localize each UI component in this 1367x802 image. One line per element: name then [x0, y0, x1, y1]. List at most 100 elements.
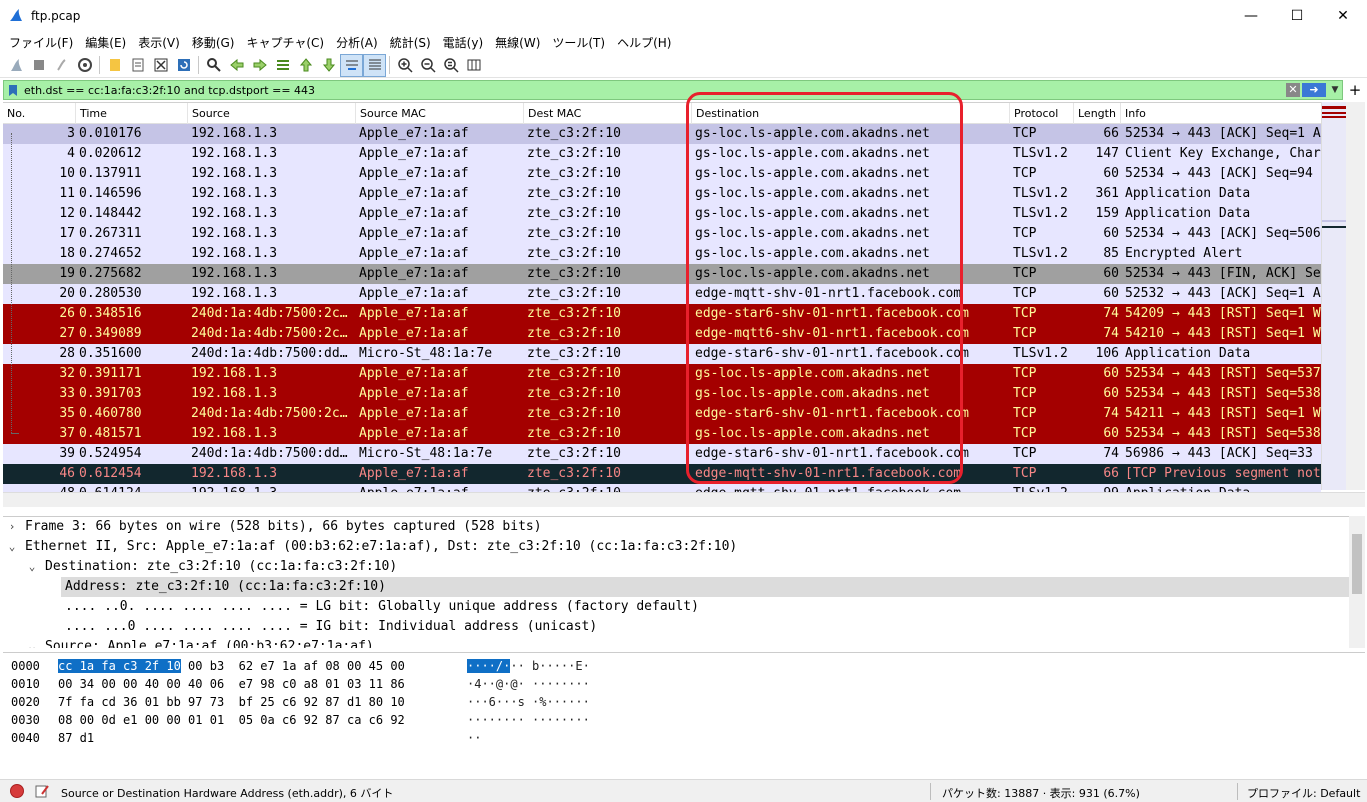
table-row[interactable]: 10 0.137911 192.168.1.3 Apple_e7:1a:af zte_c… — [3, 164, 1321, 184]
start-capture-icon[interactable] — [4, 54, 27, 77]
packet-protocol: TCP — [1013, 166, 1037, 181]
table-row[interactable]: 27 0.349089 240d:1a:4db:7500:2c… Apple_e7:1… — [3, 324, 1321, 344]
filter-input[interactable]: eth.dst == cc:1a:fa:c3:2f:10 and tcp.dst… — [22, 84, 1286, 97]
column-header-info[interactable]: Info — [1125, 107, 1146, 120]
table-row[interactable]: 32 0.391171 192.168.1.3 Apple_e7:1a:af zte_c… — [3, 364, 1321, 384]
chevron-down-icon[interactable]: ▼ — [1328, 85, 1342, 95]
bytes-row[interactable]: 0030 08 00 0d e1 00 00 01 01 05 0a c6 92 … — [3, 711, 1365, 729]
table-row[interactable]: 33 0.391703 192.168.1.3 Apple_e7:1a:af zte_c… — [3, 384, 1321, 404]
table-row[interactable]: 18 0.274652 192.168.1.3 Apple_e7:1a:af zte_c… — [3, 244, 1321, 264]
go-forward-icon[interactable] — [248, 54, 271, 77]
table-row[interactable]: 19 0.275682 192.168.1.3 Apple_e7:1a:af zte_c… — [3, 264, 1321, 284]
packet-no: 19 — [59, 266, 75, 281]
menu-statistics[interactable]: 統計(S) — [384, 34, 437, 51]
colorize-icon[interactable] — [363, 53, 386, 77]
selected-bytes[interactable]: cc 1a fa c3 2f 10 — [58, 659, 181, 673]
bytes-row[interactable]: 0040 87 d1 ·· — [3, 729, 1365, 747]
save-file-icon[interactable] — [126, 54, 149, 77]
capture-options-icon[interactable] — [73, 54, 96, 77]
first-packet-icon[interactable] — [294, 54, 317, 77]
auto-scroll-icon[interactable] — [340, 53, 363, 77]
packet-minimap[interactable] — [1322, 102, 1346, 490]
table-row[interactable]: 17 0.267311 192.168.1.3 Apple_e7:1a:af zte_c… — [3, 224, 1321, 244]
menu-tools[interactable]: ツール(T) — [546, 34, 611, 51]
table-row[interactable]: 480.614124192.168.1.3Apple_e7:1a:afzte_c… — [3, 484, 1321, 492]
table-row[interactable]: 35 0.460780 240d:1a:4db:7500:2c… Apple_e7:1… — [3, 404, 1321, 424]
column-header-no[interactable]: No. — [7, 107, 25, 120]
chevron-down-icon[interactable]: ⌄ — [25, 557, 39, 577]
vertical-scrollbar[interactable] — [1348, 102, 1365, 490]
zoom-out-icon[interactable] — [416, 54, 439, 77]
table-row[interactable]: 4 0.020612 192.168.1.3 Apple_e7:1a:af zte_c3… — [3, 144, 1321, 164]
zoom-in-icon[interactable] — [393, 54, 416, 77]
expert-info-icon[interactable] — [10, 784, 24, 798]
close-button[interactable]: ✕ — [1320, 0, 1366, 31]
table-row[interactable]: 37 0.481571 192.168.1.3 Apple_e7:1a:af zte_c… — [3, 424, 1321, 444]
detail-source[interactable]: ⌄ Source: Apple_e7:1a:af (00:b3:62:e7:1a:… — [3, 637, 1349, 648]
bookmark-icon[interactable] — [4, 81, 22, 99]
column-header-dest-mac[interactable]: Dest MAC — [528, 107, 581, 120]
menu-analyze[interactable]: 分析(A) — [330, 34, 384, 51]
table-row[interactable]: 3 0.010176 192.168.1.3 Apple_e7:1a:af zte_c3… — [3, 124, 1321, 144]
bytes-row[interactable]: 0010 00 34 00 00 40 00 40 06 e7 98 c0 a8 … — [3, 675, 1365, 693]
menu-edit[interactable]: 編集(E) — [79, 34, 132, 51]
menu-wireless[interactable]: 無線(W) — [489, 34, 546, 51]
packet-info: 52534 → 443 [ACK] Seq=94 — [1125, 166, 1313, 181]
menu-telephony[interactable]: 電話(y) — [437, 34, 489, 51]
table-row[interactable]: 20 0.280530 192.168.1.3 Apple_e7:1a:af zte_c… — [3, 284, 1321, 304]
bytes-row[interactable]: 0000 cc 1a fa c3 2f 10 00 b3 62 e7 1a af … — [3, 657, 1365, 675]
menu-file[interactable]: ファイル(F) — [3, 34, 79, 51]
column-header-source[interactable]: Source — [192, 107, 230, 120]
close-file-icon[interactable] — [149, 54, 172, 77]
packet-list-scrollbar[interactable] — [1321, 102, 1365, 490]
detail-destination[interactable]: ⌄ Destination: zte_c3:2f:10 (cc:1a:fa:c3:… — [3, 557, 1349, 577]
restart-capture-icon[interactable] — [50, 54, 73, 77]
detail-address[interactable]: Address: zte_c3:2f:10 (cc:1a:fa:c3:2f:10… — [3, 577, 1349, 597]
edit-comment-icon[interactable] — [34, 783, 50, 799]
table-row[interactable]: 26 0.348516 240d:1a:4db:7500:2c… Apple_e7:1… — [3, 304, 1321, 324]
go-back-icon[interactable] — [225, 54, 248, 77]
status-profile[interactable]: プロファイル: Default — [1247, 785, 1360, 801]
chevron-down-icon[interactable]: ⌄ — [5, 537, 19, 557]
table-row[interactable]: 39 0.524954 240d:1a:4db:7500:dd… Micro-St_4… — [3, 444, 1321, 464]
add-filter-button[interactable]: + — [1345, 80, 1365, 100]
packet-source-mac: Apple_e7:1a:af — [359, 246, 469, 261]
chevron-down-icon[interactable]: ⌄ — [25, 637, 39, 648]
resize-columns-icon[interactable] — [462, 54, 485, 77]
bytes-row[interactable]: 0020 7f fa cd 36 01 bb 97 73 bf 25 c6 92 … — [3, 693, 1365, 711]
packet-source: 192.168.1.3 — [191, 366, 278, 381]
column-header-length[interactable]: Length — [1078, 107, 1116, 120]
reload-file-icon[interactable] — [172, 54, 195, 77]
minimize-button[interactable]: — — [1228, 0, 1274, 31]
menu-view[interactable]: 表示(V) — [132, 34, 186, 51]
menu-go[interactable]: 移動(G) — [186, 34, 241, 51]
detail-lg-bit[interactable]: .... ..0. .... .... .... .... = LG bit: … — [3, 597, 1349, 617]
column-header-source-mac[interactable]: Source MAC — [360, 107, 426, 120]
horizontal-scrollbar[interactable] — [3, 492, 1365, 507]
detail-frame[interactable]: › Frame 3: 66 bytes on wire (528 bits), 6… — [3, 517, 1349, 537]
selected-ascii[interactable]: ····/· — [467, 659, 511, 673]
display-filter-bar[interactable]: eth.dst == cc:1a:fa:c3:2f:10 and tcp.dst… — [3, 80, 1343, 100]
menu-help[interactable]: ヘルプ(H) — [611, 34, 677, 51]
clear-filter-icon[interactable]: ✕ — [1286, 83, 1300, 97]
column-header-protocol[interactable]: Protocol — [1014, 107, 1058, 120]
detail-ethernet[interactable]: ⌄ Ethernet II, Src: Apple_e7:1a:af (00:b3… — [3, 537, 1349, 557]
last-packet-icon[interactable] — [317, 54, 340, 77]
normal-size-icon[interactable] — [439, 54, 462, 77]
table-row[interactable]: 11 0.146596 192.168.1.3 Apple_e7:1a:af zte_c… — [3, 184, 1321, 204]
find-packet-icon[interactable] — [202, 54, 225, 77]
packet-protocol: TCP — [1013, 306, 1037, 321]
column-header-time[interactable]: Time — [80, 107, 107, 120]
details-scrollbar[interactable] — [1349, 516, 1365, 648]
table-row[interactable]: 12 0.148442 192.168.1.3 Apple_e7:1a:af zte_c… — [3, 204, 1321, 224]
apply-filter-icon[interactable]: ➜ — [1302, 83, 1326, 97]
detail-ig-bit[interactable]: .... ...0 .... .... .... .... = IG bit: … — [3, 617, 1349, 637]
menu-capture[interactable]: キャプチャ(C) — [240, 34, 330, 51]
chevron-right-icon[interactable]: › — [5, 517, 19, 537]
table-row[interactable]: 28 0.351600 240d:1a:4db:7500:dd… Micro-St_4… — [3, 344, 1321, 364]
maximize-button[interactable]: ☐ — [1274, 0, 1320, 31]
go-to-packet-icon[interactable] — [271, 54, 294, 77]
table-row[interactable]: 46 0.612454 192.168.1.3 Apple_e7:1a:af zte_c… — [3, 464, 1321, 484]
open-file-icon[interactable] — [103, 54, 126, 77]
stop-capture-icon[interactable] — [27, 54, 50, 77]
